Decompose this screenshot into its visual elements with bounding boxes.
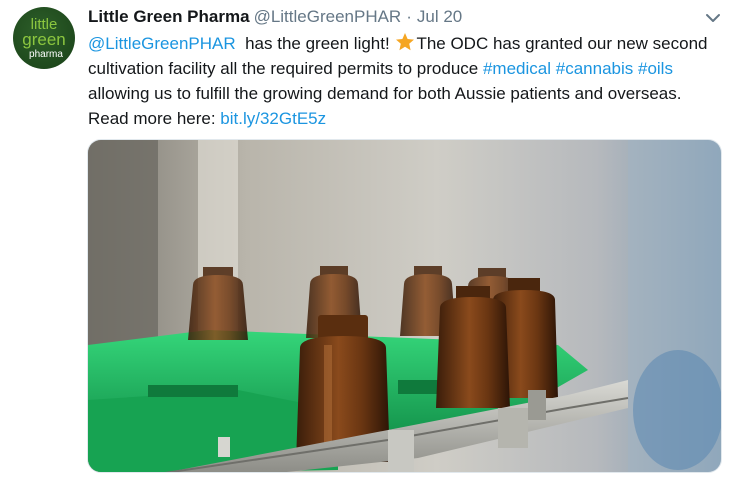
hashtag-medical[interactable]: #medical: [483, 59, 551, 78]
bottles-photo: [88, 140, 721, 472]
tweet-date[interactable]: Jul 20: [417, 7, 462, 26]
mention-link[interactable]: @LittleGreenPHAR: [88, 34, 236, 53]
url-link[interactable]: bit.ly/32GtE5z: [220, 109, 326, 128]
author-name[interactable]: Little Green Pharma: [88, 7, 250, 26]
tweet-media-photo[interactable]: [87, 139, 722, 473]
hashtag-oils[interactable]: #oils: [638, 59, 673, 78]
logo-icon: little green pharma: [22, 16, 65, 60]
star-emoji-icon: [395, 33, 415, 51]
tweet-text-part3: allowing us to fulfill the growing deman…: [88, 84, 682, 128]
tweet-text-part1: has the green light!: [235, 34, 395, 53]
chevron-down-icon[interactable]: [703, 8, 723, 28]
tweet-text: @LittleGreenPHAR has the green light! Th…: [88, 31, 718, 131]
avatar-text-line3: pharma: [29, 49, 63, 60]
separator-dot: ·: [406, 7, 412, 26]
hashtag-cannabis[interactable]: #cannabis: [556, 59, 634, 78]
avatar[interactable]: little green pharma: [13, 7, 75, 69]
tweet: little green pharma Little Green Pharma @…: [0, 0, 730, 481]
tweet-header: Little Green Pharma @LittleGreenPHAR · Jul …: [88, 6, 462, 28]
author-handle[interactable]: @LittleGreenPHAR: [254, 7, 402, 26]
avatar-text-line2: green: [22, 30, 65, 49]
